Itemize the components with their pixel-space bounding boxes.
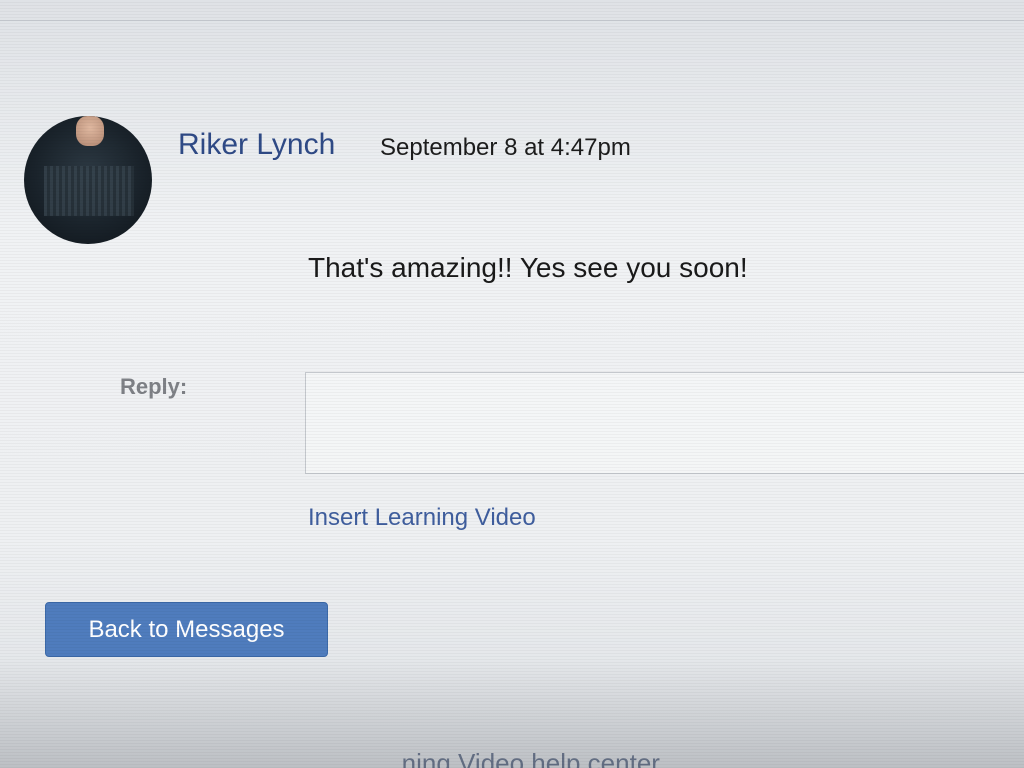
avatar-face [76,116,104,146]
footer-link-partial[interactable]: ...ning Video help center [380,748,660,768]
avatar-shirt [44,166,134,216]
reply-label: Reply: [120,374,188,399]
reply-input[interactable] [305,372,1024,474]
message-body: That's amazing!! Yes see you soon! [308,252,748,283]
message-thread-screen: Riker Lynch September 8 at 4:47pm That's… [0,0,1024,768]
back-to-messages-button[interactable]: Back to Messages [45,602,328,657]
message-timestamp: September 8 at 4:47pm [380,134,631,161]
avatar[interactable] [24,116,152,244]
message-author-link[interactable]: Riker Lynch [178,128,335,162]
top-divider [0,20,1024,21]
insert-learning-video-link[interactable]: Insert Learning Video [308,504,536,532]
